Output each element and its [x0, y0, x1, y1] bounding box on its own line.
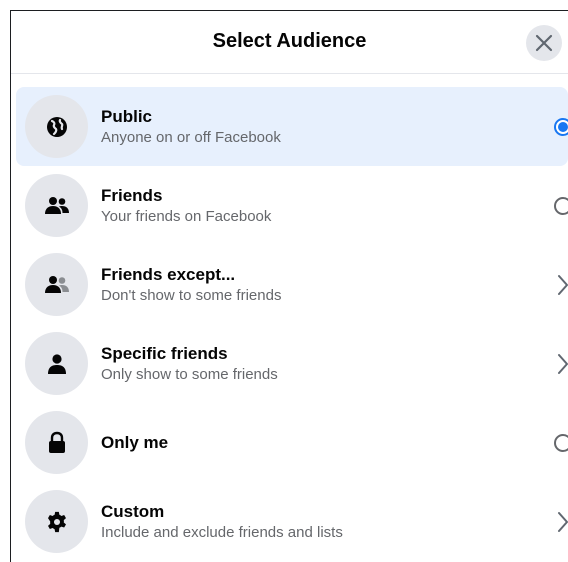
option-label: Friends except...: [101, 265, 236, 284]
option-description: Anyone on or off Facebook: [101, 129, 281, 146]
close-icon: [535, 34, 553, 52]
friends-radio[interactable]: [551, 194, 568, 218]
option-label: Public: [101, 107, 153, 126]
option-text: Friends Your friends on Facebook: [101, 185, 271, 227]
option-text: Only me: [101, 432, 168, 453]
option-text: Custom Include and exclude friends and l…: [101, 501, 343, 543]
dialog-header: Select Audience: [11, 11, 568, 74]
public-radio[interactable]: [551, 115, 568, 139]
radio-checked: [554, 118, 568, 136]
lock-icon: [25, 411, 88, 474]
gear-icon: [25, 490, 88, 553]
audience-option-public[interactable]: Public Anyone on or off Facebook: [16, 87, 568, 166]
close-button[interactable]: [526, 25, 562, 61]
audience-option-custom[interactable]: Custom Include and exclude friends and l…: [16, 482, 568, 561]
option-label: Only me: [101, 433, 169, 452]
option-text: Public Anyone on or off Facebook: [101, 106, 281, 148]
radio-unchecked: [554, 434, 568, 452]
option-description: Don't show to some friends: [101, 287, 282, 304]
option-text: Friends except... Don't show to some fri…: [101, 264, 281, 306]
radio-unchecked: [554, 197, 568, 215]
audience-option-only-me[interactable]: Only me: [16, 403, 568, 482]
chevron-right-icon[interactable]: [551, 273, 568, 297]
option-description: Include and exclude friends and lists: [101, 524, 343, 541]
option-description: Only show to some friends: [101, 366, 278, 383]
person-icon: [25, 332, 88, 395]
option-text: Specific friends Only show to some frien…: [101, 343, 278, 385]
audience-option-friends-except[interactable]: Friends except... Don't show to some fri…: [16, 245, 568, 324]
friends-icon: [25, 174, 88, 237]
select-audience-dialog: Select Audience Public Anyone on or off …: [10, 10, 568, 562]
option-label: Custom: [101, 502, 165, 521]
option-label: Friends: [101, 186, 163, 205]
audience-option-friends[interactable]: Friends Your friends on Facebook: [16, 166, 568, 245]
dialog-title: Select Audience: [212, 30, 367, 52]
chevron-right-icon[interactable]: [551, 510, 568, 534]
chevron-right-icon[interactable]: [551, 352, 568, 376]
option-label: Specific friends: [101, 344, 228, 363]
only-me-radio[interactable]: [551, 431, 568, 455]
audience-options-list: Public Anyone on or off Facebook Friends…: [11, 87, 568, 561]
option-description: Your friends on Facebook: [101, 208, 272, 225]
globe-icon: [25, 95, 88, 158]
friends-except-icon: [25, 253, 88, 316]
audience-option-specific-friends[interactable]: Specific friends Only show to some frien…: [16, 324, 568, 403]
